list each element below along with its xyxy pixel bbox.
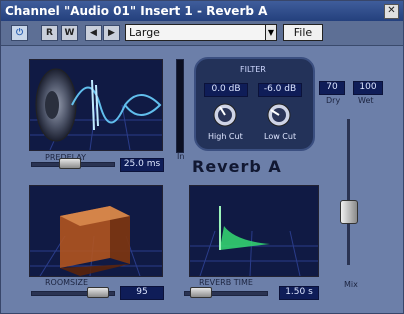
predelay-display [29, 59, 163, 151]
prev-preset-button[interactable]: ◀ [85, 25, 102, 41]
wet-value[interactable]: 100 [353, 81, 383, 95]
filter-title: FILTER [240, 65, 266, 74]
lowcut-value[interactable]: -6.0 dB [258, 83, 302, 97]
mix-label: Mix [344, 280, 358, 289]
speaker-graphic [30, 60, 162, 150]
lowcut-label: Low Cut [264, 132, 297, 141]
read-automation-button[interactable]: R [41, 25, 58, 41]
write-automation-button[interactable]: W [61, 25, 78, 41]
close-icon[interactable]: ✕ [384, 4, 399, 19]
next-preset-button[interactable]: ▶ [103, 25, 120, 41]
input-meter [176, 59, 184, 153]
predelay-value[interactable]: 25.0 ms [120, 158, 164, 172]
plugin-window: Channel "Audio 01" Insert 1 - Reverb A ✕… [0, 0, 404, 314]
window-title: Channel "Audio 01" Insert 1 - Reverb A [5, 4, 268, 18]
reverbtime-value[interactable]: 1.50 s [279, 286, 319, 300]
highcut-knob[interactable] [212, 102, 238, 128]
predelay-slider-handle[interactable] [59, 158, 81, 169]
preset-value: Large [129, 26, 160, 39]
chevron-down-icon[interactable]: ▼ [265, 24, 277, 41]
roomsize-value[interactable]: 95 [120, 286, 164, 300]
room-cube-graphic [30, 186, 162, 276]
preset-dropdown[interactable]: Large [125, 24, 267, 41]
power-icon: ⏻ [15, 28, 24, 38]
roomsize-display [29, 185, 163, 277]
highcut-value[interactable]: 0.0 dB [204, 83, 248, 97]
mix-slider-track[interactable] [347, 119, 350, 265]
wet-label: Wet [358, 96, 374, 105]
power-button[interactable]: ⏻ [11, 25, 28, 41]
roomsize-slider-handle[interactable] [87, 287, 109, 298]
input-meter-label: In [177, 152, 185, 161]
dry-value[interactable]: 70 [319, 81, 345, 95]
file-button[interactable]: File [283, 24, 323, 41]
highcut-label: High Cut [208, 132, 243, 141]
reverbtime-label: REVERB TIME [199, 278, 253, 287]
reverbtime-slider-handle[interactable] [190, 287, 212, 298]
plugin-name: Reverb A [192, 157, 282, 176]
title-bar: Channel "Audio 01" Insert 1 - Reverb A ✕ [1, 1, 403, 21]
dry-label: Dry [326, 96, 341, 105]
roomsize-label: ROOMSIZE [45, 278, 89, 287]
reverbtime-display [189, 185, 319, 277]
toolbar: ⏻ R W ◀ ▶ Large ▼ File [1, 21, 403, 46]
filter-section: FILTER 0.0 dB -6.0 dB High Cut Low Cut [194, 57, 315, 151]
mix-slider-handle[interactable] [340, 200, 358, 224]
decay-graphic [190, 186, 318, 276]
lowcut-knob[interactable] [266, 102, 292, 128]
